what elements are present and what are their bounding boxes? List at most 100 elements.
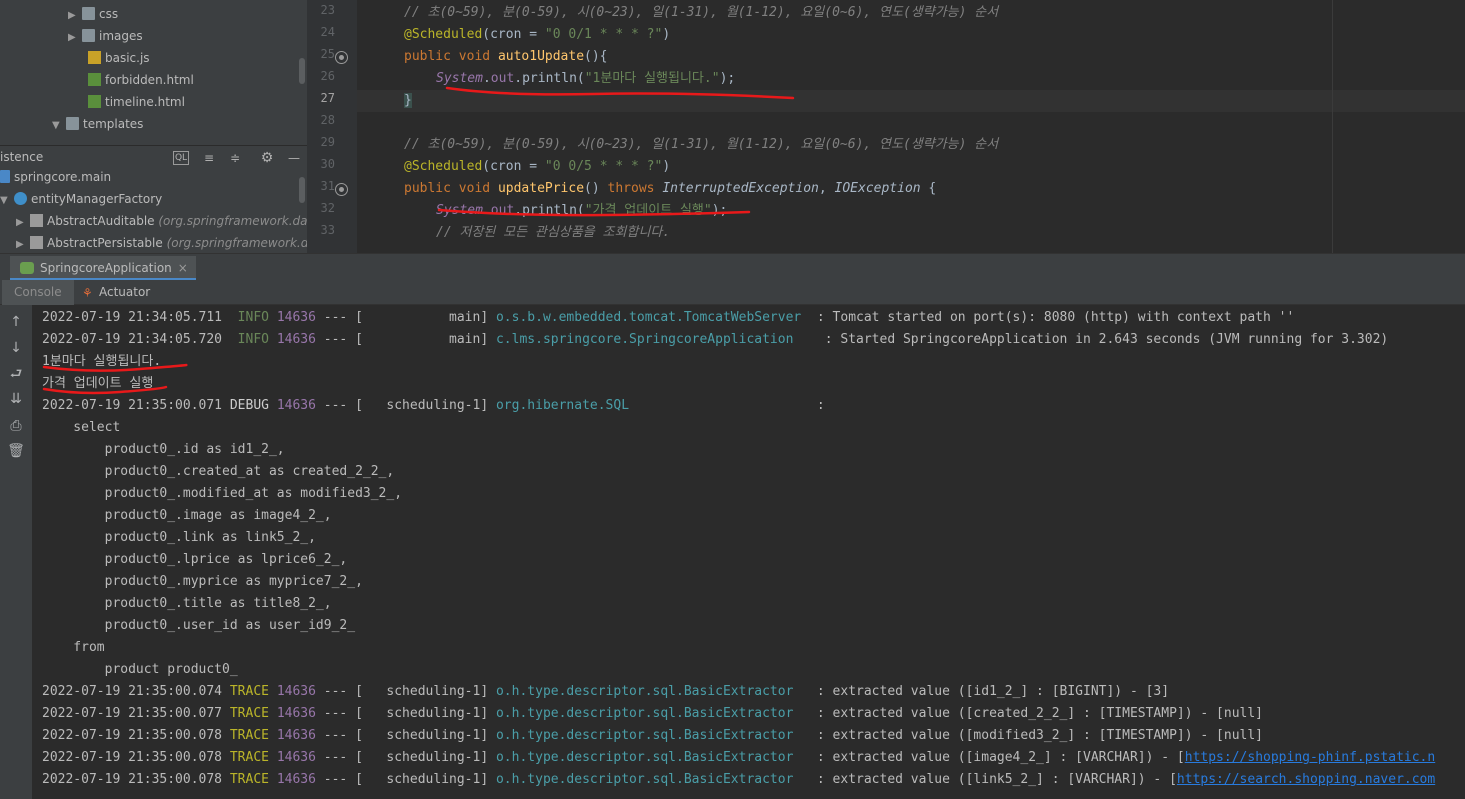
log-timestamp: 2022-07-19 21:34:05.711 <box>42 310 223 325</box>
line-number: 29 <box>320 135 335 149</box>
log-message: : extracted value ([modified3_2_] : [TIM… <box>809 728 1264 743</box>
console-text: 가격 업데이트 실행 <box>42 376 154 391</box>
tree-item-label: basic.js <box>105 51 150 65</box>
actuator-tab-label: Actuator <box>99 285 151 299</box>
collapse-arrow-icon[interactable]: ▼ <box>0 190 14 212</box>
log-link[interactable]: https://search.shopping.naver.com <box>1177 772 1435 787</box>
console-text-line: product0_.title as title8_2_, <box>42 593 332 615</box>
log-level: INFO <box>229 310 269 325</box>
run-tool-tabs: Console ⚘ Actuator <box>0 280 1465 305</box>
log-message: : <box>809 398 825 413</box>
log-separator: --- [ <box>315 684 363 699</box>
keyword-token: throws <box>607 181 655 196</box>
log-timestamp: 2022-07-19 21:35:00.078 <box>42 728 223 743</box>
log-line: 2022-07-19 21:35:00.077 TRACE 14636 --- … <box>42 703 1263 725</box>
tree-item-css[interactable]: ▶ css <box>68 3 118 25</box>
method-name: updatePrice <box>497 181 585 196</box>
log-message: : extracted value ([created_2_2_] : [TIM… <box>809 706 1264 721</box>
log-timestamp: 2022-07-19 21:35:00.074 <box>42 684 223 699</box>
console-text: product0_.user_id as user_id9_2_ <box>42 618 356 633</box>
jpql-console-icon[interactable]: QL <box>173 151 189 165</box>
tree-item-images[interactable]: ▶ images <box>68 25 143 47</box>
tree-item-timeline-html[interactable]: timeline.html <box>88 91 185 113</box>
tab-console[interactable]: Console <box>2 280 74 305</box>
persistence-item-abstract-auditable[interactable]: ▶ AbstractAuditable (org.springframework.… <box>16 210 307 232</box>
code-editor[interactable]: 23 24 25 26 27 28 29 30 31 32 33 // 초(0~… <box>307 0 1465 253</box>
log-line: 2022-07-19 21:35:00.078 TRACE 14636 --- … <box>42 725 1263 747</box>
tree-item-basic-js[interactable]: basic.js <box>88 47 150 69</box>
console-text: product0_.modified_at as modified3_2_, <box>42 486 403 501</box>
code-line-24: @Scheduled(cron = "0 0/1 * * * ?") <box>404 27 671 42</box>
log-separator: --- [ <box>315 772 363 787</box>
gear-icon[interactable]: ⚙ <box>258 149 276 167</box>
class-token: System <box>436 203 483 218</box>
string-literal: "가격 업데이트 실행" <box>584 203 712 218</box>
field-token: out <box>490 71 515 86</box>
persistence-scrollbar[interactable] <box>299 177 305 203</box>
console-output[interactable]: 2022-07-19 21:34:05.711 INFO 14636 --- [… <box>32 305 1465 799</box>
persistence-item-entity-manager-factory[interactable]: ▼ entityManagerFactory <box>0 188 162 210</box>
collapse-all-icon[interactable]: ≑ <box>226 149 244 167</box>
run-tab-bar: SpringcoreApplication × <box>0 253 1465 281</box>
print-icon[interactable]: ⎙ <box>6 416 26 436</box>
brace-token: } <box>404 93 412 108</box>
log-link[interactable]: https://shopping-phinf.pstatic.n <box>1185 750 1435 765</box>
line-number: 32 <box>320 201 335 215</box>
code-line-25: public void auto1Update(){ <box>404 49 608 64</box>
down-arrow-icon[interactable]: ↓ <box>6 338 26 358</box>
console-text-line: product product0_ <box>42 659 238 681</box>
expand-arrow-icon[interactable]: ▶ <box>16 212 30 234</box>
console-text-line: product0_.link as link5_2_, <box>42 527 316 549</box>
log-message: : Started SpringcoreApplication in 2.643… <box>816 332 1389 347</box>
code-line-26: System.out.println("1분마다 실행됩니다."); <box>436 71 736 86</box>
expand-all-icon[interactable]: ≡ <box>200 149 218 167</box>
scheduled-run-icon[interactable] <box>335 51 348 64</box>
persistence-item-abstract-persistable[interactable]: ▶ AbstractPersistable (org.springframewor… <box>16 232 307 253</box>
run-config-tab[interactable]: SpringcoreApplication × <box>10 256 196 281</box>
console-text: product0_.lprice as lprice6_2_, <box>42 552 348 567</box>
up-arrow-icon[interactable]: ↑ <box>6 312 26 332</box>
soft-wrap-icon[interactable]: ⮐ <box>6 364 26 384</box>
console-text: product0_.id as id1_2_, <box>42 442 285 457</box>
console-text-line: select <box>42 417 120 439</box>
actuator-icon: ⚘ <box>82 286 93 300</box>
line-number: 23 <box>320 3 335 17</box>
expand-arrow-icon[interactable]: ▶ <box>68 5 82 27</box>
log-line: 2022-07-19 21:34:05.711 INFO 14636 --- [… <box>42 307 1294 329</box>
persistence-item-hint: (org.springframework.data.jpa <box>166 236 307 250</box>
trash-icon[interactable]: 🗑 <box>6 441 26 461</box>
log-separator: --- [ <box>315 398 363 413</box>
log-line: 2022-07-19 21:35:00.074 TRACE 14636 --- … <box>42 681 1169 703</box>
log-pid: 14636 <box>276 772 316 787</box>
expand-arrow-icon[interactable]: ▶ <box>16 234 30 253</box>
log-timestamp: 2022-07-19 21:35:00.078 <box>42 772 223 787</box>
line-number: 28 <box>320 113 335 127</box>
run-tab-label: SpringcoreApplication <box>40 261 172 275</box>
console-text-line: product0_.id as id1_2_, <box>42 439 285 461</box>
line-number: 26 <box>320 69 335 83</box>
console-text: from <box>42 640 105 655</box>
line-number: 33 <box>320 223 335 237</box>
tree-item-templates[interactable]: ▼ templates <box>52 113 143 135</box>
log-pid: 14636 <box>276 310 316 325</box>
expand-arrow-icon[interactable]: ▶ <box>68 27 82 49</box>
code-comment: // 초(0~59), 분(0-59), 시(0~23), 일(1-31), 월… <box>404 137 999 152</box>
minimize-icon[interactable]: — <box>285 149 303 167</box>
collapse-arrow-icon[interactable]: ▼ <box>52 115 66 137</box>
persistence-item-springcore-main[interactable]: springcore.main <box>0 169 111 188</box>
console-text-line: 가격 업데이트 실행 <box>42 373 153 395</box>
scheduled-run-icon[interactable] <box>335 183 348 196</box>
log-line: 2022-07-19 21:35:00.071 DEBUG 14636 --- … <box>42 395 825 417</box>
scroll-to-end-icon[interactable]: ⇊ <box>6 389 26 409</box>
tree-scrollbar[interactable] <box>299 58 305 84</box>
log-logger: c.lms.springcore.SpringcoreApplication <box>495 332 817 347</box>
log-thread: main] <box>362 332 489 347</box>
log-pid: 14636 <box>276 332 316 347</box>
line-number: 31 <box>320 179 335 193</box>
tree-item-forbidden-html[interactable]: forbidden.html <box>88 69 194 91</box>
tab-actuator[interactable]: ⚘ Actuator <box>70 280 162 305</box>
console-text-line: product0_.created_at as created_2_2_, <box>42 461 395 483</box>
close-icon[interactable]: × <box>178 261 188 275</box>
method-name: auto1Update <box>497 49 585 64</box>
console-text: product0_.myprice as myprice7_2_, <box>42 574 363 589</box>
